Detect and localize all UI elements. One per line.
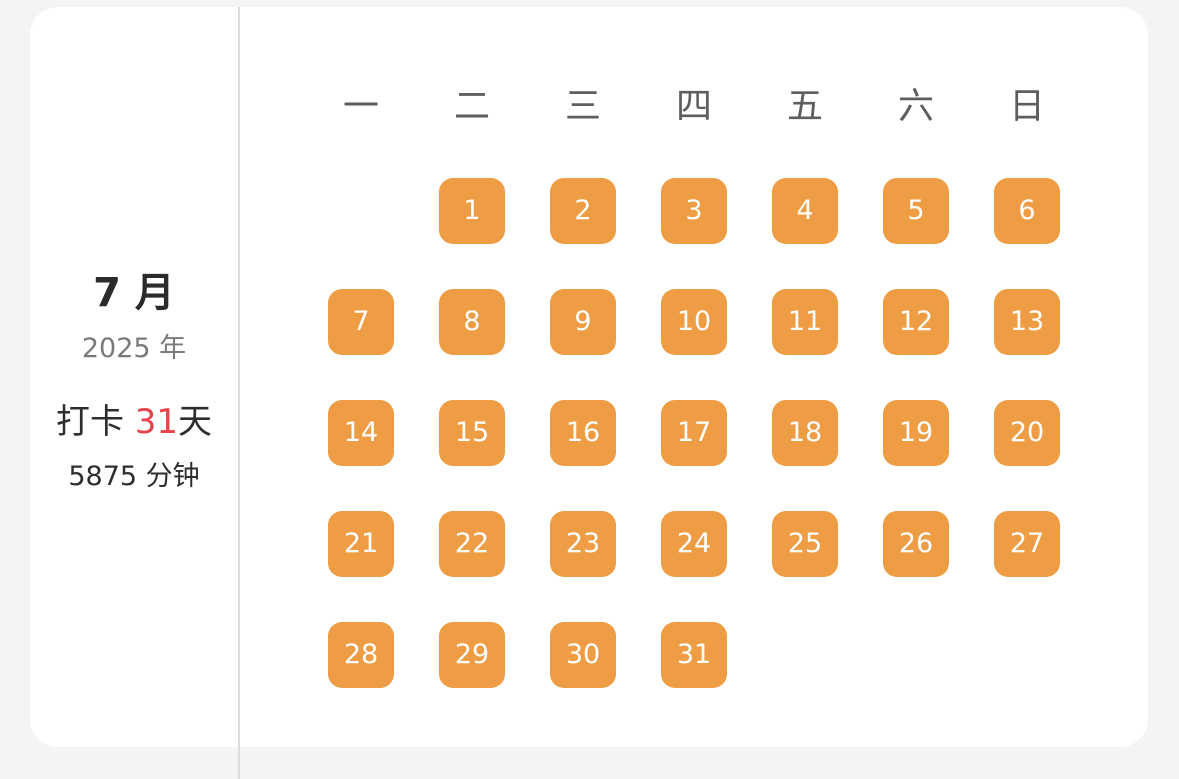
calendar-day-16[interactable]: 16 (550, 400, 616, 466)
calendar-day-10[interactable]: 10 (661, 289, 727, 355)
calendar-day-19[interactable]: 19 (883, 400, 949, 466)
calendar-day-4[interactable]: 4 (772, 178, 838, 244)
calendar-day-25[interactable]: 25 (772, 511, 838, 577)
calendar-day-5[interactable]: 5 (883, 178, 949, 244)
weekday-label: 六 (897, 86, 934, 127)
calendar-day-13[interactable]: 13 (994, 289, 1060, 355)
month-summary: 7 月 2025 年 打卡 31天 5875 分钟 (30, 7, 238, 747)
checkin-suffix: 天 (178, 402, 213, 442)
calendar-day-1[interactable]: 1 (439, 178, 505, 244)
calendar-day-3[interactable]: 3 (661, 178, 727, 244)
calendar-day-28[interactable]: 28 (328, 622, 394, 688)
weekday-label: 二 (453, 86, 490, 127)
calendar-day-29[interactable]: 29 (439, 622, 505, 688)
calendar-day-18[interactable]: 18 (772, 400, 838, 466)
calendar-day-31[interactable]: 31 (661, 622, 727, 688)
calendar-day-20[interactable]: 20 (994, 400, 1060, 466)
checkin-prefix: 打卡 (55, 402, 135, 442)
calendar-day-15[interactable]: 15 (439, 400, 505, 466)
calendar-day-12[interactable]: 12 (883, 289, 949, 355)
checkin-days: 打卡 31天 (30, 400, 238, 444)
calendar-day-17[interactable]: 17 (661, 400, 727, 466)
calendar-day-11[interactable]: 11 (772, 289, 838, 355)
month-label: 7 月 (93, 270, 175, 316)
weekday-label: 五 (786, 86, 823, 127)
checkin-count: 31 (134, 402, 179, 442)
calendar-day-2[interactable]: 2 (550, 178, 616, 244)
divider (238, 7, 240, 779)
calendar-day-24[interactable]: 24 (661, 511, 727, 577)
weekday-label: 一 (342, 86, 379, 127)
weekday-label: 四 (675, 86, 712, 127)
checkin-calendar-card: 7 月 2025 年 打卡 31天 5875 分钟 一二三四五六日 123456… (30, 7, 1148, 747)
total-minutes: 5875 分钟 (68, 461, 200, 492)
calendar-day-22[interactable]: 22 (439, 511, 505, 577)
calendar-day-8[interactable]: 8 (439, 289, 505, 355)
year-label: 2025 年 (81, 333, 187, 364)
weekday-label: 日 (1008, 86, 1045, 127)
calendar-day-7[interactable]: 7 (328, 289, 394, 355)
weekday-label: 三 (564, 86, 601, 127)
calendar-day-23[interactable]: 23 (550, 511, 616, 577)
calendar-day-9[interactable]: 9 (550, 289, 616, 355)
calendar-day-30[interactable]: 30 (550, 622, 616, 688)
calendar-day-27[interactable]: 27 (994, 511, 1060, 577)
calendar-day-21[interactable]: 21 (328, 511, 394, 577)
calendar-day-14[interactable]: 14 (328, 400, 394, 466)
calendar-day-6[interactable]: 6 (994, 178, 1060, 244)
calendar-day-26[interactable]: 26 (883, 511, 949, 577)
